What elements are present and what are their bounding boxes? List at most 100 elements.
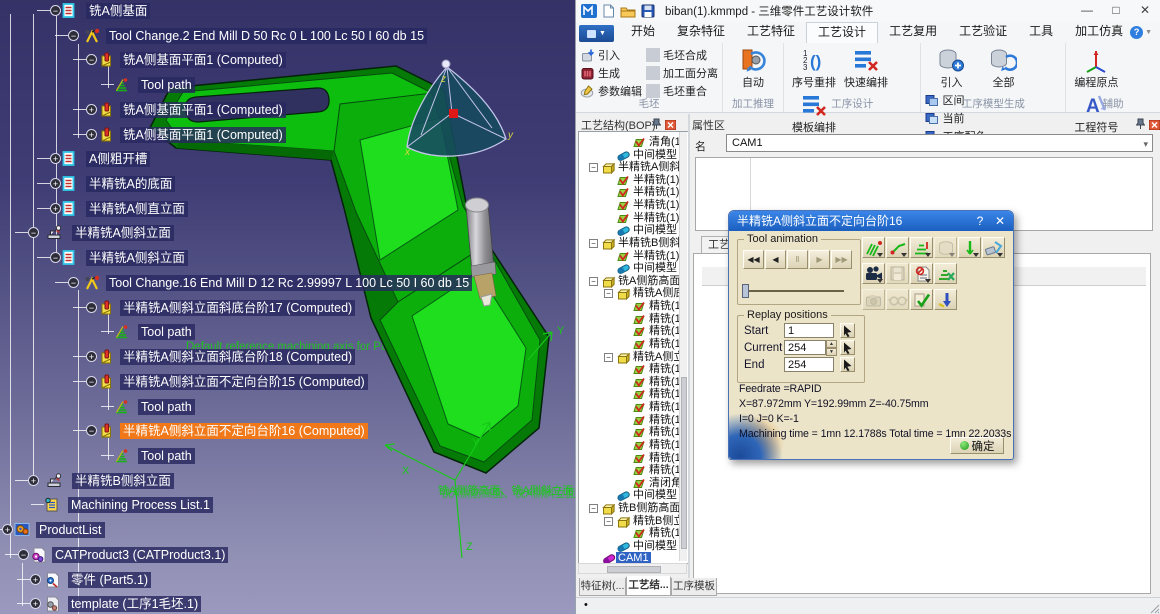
bop-tree-row[interactable]: 精铣(1 [579,363,689,376]
expander-plus[interactable]: + [2,524,13,535]
resize-grip[interactable] [1150,604,1160,614]
ribbon-button[interactable]: 生成 [580,64,642,82]
tree-row[interactable]: +零件 (Part5.1) [0,572,575,589]
tree-row[interactable]: −半精铣A侧斜立面不定向台阶15 (Computed) [0,374,575,391]
menu-tab-2[interactable]: 复杂特征 [666,22,736,41]
expander-minus[interactable]: − [68,277,79,288]
menu-tab-7[interactable]: 工具 [1018,22,1064,41]
current-spinner[interactable]: ▲▼ [826,340,837,355]
stereo-glasses-button[interactable] [886,289,909,310]
dialog-help-button[interactable]: ? [971,211,989,231]
menu-tab-5[interactable]: 工艺复用 [878,22,948,41]
stock-cylinder-button[interactable] [934,237,957,258]
expander-minus[interactable]: − [86,302,97,313]
tree-row[interactable]: +ProductList [0,522,575,539]
document-restricted-button[interactable] [910,263,933,284]
bop-tree-row[interactable]: −半精铣A侧斜 [579,161,689,174]
tree-row[interactable]: −Tool Change.16 End Mill D 12 Rc 2.99997… [0,275,575,292]
expander-minus[interactable]: − [86,54,97,65]
dialog-title-bar[interactable]: 半精铣A侧斜立面不定向台阶16 ? ✕ [729,211,1013,231]
attr-close-icon[interactable] [1149,119,1160,133]
tree-row[interactable]: +铣A侧基面平面1 (Computed) [0,127,575,144]
ribbon-button[interactable]: 快速编排 [840,45,892,90]
bop-horizontal-scrollbar[interactable] [578,563,687,574]
tree-row[interactable]: −铣A侧基面 [0,3,575,20]
expander-plus[interactable]: + [50,153,61,164]
menu-tab-8[interactable]: 加工仿真 [1064,22,1134,41]
camera-snapshot-button[interactable] [862,289,885,310]
bop-tree-row[interactable]: 精铣(1 [579,388,689,401]
help-button[interactable]: ?▼ [1130,26,1152,39]
expander-minus[interactable]: − [28,227,39,238]
toolpath-segment-button[interactable] [886,237,909,258]
expander-minus[interactable]: − [604,353,613,362]
maximize-button[interactable]: □ [1102,0,1130,21]
expander-plus[interactable]: + [28,475,39,486]
ribbon-button[interactable]: 全部 [977,45,1029,90]
bop-tree-row[interactable]: 精铣(1 [579,426,689,439]
start-input[interactable] [784,323,834,338]
menu-tab-4[interactable]: 工艺设计 [806,22,878,43]
tree-row[interactable]: +半精铣A的底面 [0,176,575,193]
ribbon-button[interactable]: 编程原点 [1070,45,1122,90]
tree-row[interactable]: +半精铣A侧斜立面斜底台阶18 (Computed) [0,349,575,366]
close-button[interactable]: ✕ [1131,0,1159,21]
bop-tree-row[interactable]: 中间模型 [579,489,689,502]
expander-plus[interactable]: + [86,351,97,362]
tree-row[interactable]: +template (工序1毛坯.1) [0,596,575,613]
expander-minus[interactable]: − [589,163,598,172]
expander-minus[interactable]: − [604,289,613,298]
tree-row[interactable]: Tool path [0,399,575,416]
play-button[interactable]: ▶ [809,250,830,269]
expander-plus[interactable]: + [30,574,41,585]
tool-animation-dialog[interactable]: 半精铣A侧斜立面不定向台阶16 ? ✕ Tool animation ◀◀◀Ⅱ▶… [728,210,1014,460]
expander-plus[interactable]: + [50,203,61,214]
menu-tab-3[interactable]: 工艺特征 [736,22,806,41]
expander-minus[interactable]: − [589,504,598,513]
tree-row[interactable]: +A侧粗开槽 [0,151,575,168]
save-icon[interactable] [641,4,655,18]
open-folder-icon[interactable] [620,5,636,18]
bop-tree-row[interactable]: 半精铣(1) [579,186,689,199]
menu-tab-1[interactable]: 开始 [620,22,666,41]
toolpath-points-button[interactable] [910,237,933,258]
tree-row[interactable]: Tool path [0,77,575,94]
panel-splitter[interactable] [688,114,690,596]
bop-tree-row[interactable]: 半精铣(1) [579,199,689,212]
expander-minus[interactable]: − [18,549,29,560]
slider-thumb[interactable] [742,284,749,298]
tree-row[interactable]: −Tool Change.2 End Mill D 50 Rc 0 L 100 … [0,28,575,45]
end-input[interactable] [784,357,834,372]
end-pick-button[interactable] [840,357,855,372]
expander-plus[interactable]: + [50,178,61,189]
ribbon-button[interactable]: 自动 [727,45,779,90]
bop-tree-row[interactable]: 精铣(1 [579,300,689,313]
expander-minus[interactable]: − [589,277,598,286]
tree-row[interactable]: +半精铣A侧直立面 [0,201,575,218]
app-menu-button[interactable]: ▼ [579,25,614,42]
tree-row[interactable]: −半精铣A侧斜立面斜底台阶17 (Computed) [0,300,575,317]
bop-tree-row[interactable]: 精铣(1 [579,401,689,414]
bop-tree-row[interactable]: 精铣(1 [579,325,689,338]
minimize-button[interactable]: — [1073,0,1101,21]
bottom-tab-1[interactable]: 特征树(... [579,578,626,596]
ribbon-button[interactable]: 引入 [580,46,642,64]
expander-minus[interactable]: − [86,425,97,436]
step-back-button[interactable]: ◀ [765,250,786,269]
bop-tree-row[interactable]: −精铣A侧底 [579,287,689,300]
pause-button[interactable]: Ⅱ [787,250,808,269]
expander-plus[interactable]: + [30,598,41,609]
fast-forward-button[interactable]: ▶▶ [831,250,852,269]
bop-tree-row[interactable]: 精铣(1 [579,439,689,452]
menu-tab-6[interactable]: 工艺验证 [948,22,1018,41]
photo-render-button[interactable] [982,237,1005,258]
plunge-tool-button[interactable] [934,289,957,310]
ribbon-button[interactable]: 当前 [925,109,986,127]
bop-tree-row[interactable]: 精铣(1 [579,338,689,351]
expander-minus[interactable]: − [68,30,79,41]
bottom-tab-3[interactable]: 工序模板 [671,578,717,596]
tree-row[interactable]: −半精铣A侧斜立面 [0,225,575,242]
ribbon-button[interactable]: 毛坯合成 [646,46,718,64]
3d-viewport[interactable]: Default reference machining axis for Par… [0,0,575,614]
attr-pin-icon[interactable] [1136,118,1145,133]
